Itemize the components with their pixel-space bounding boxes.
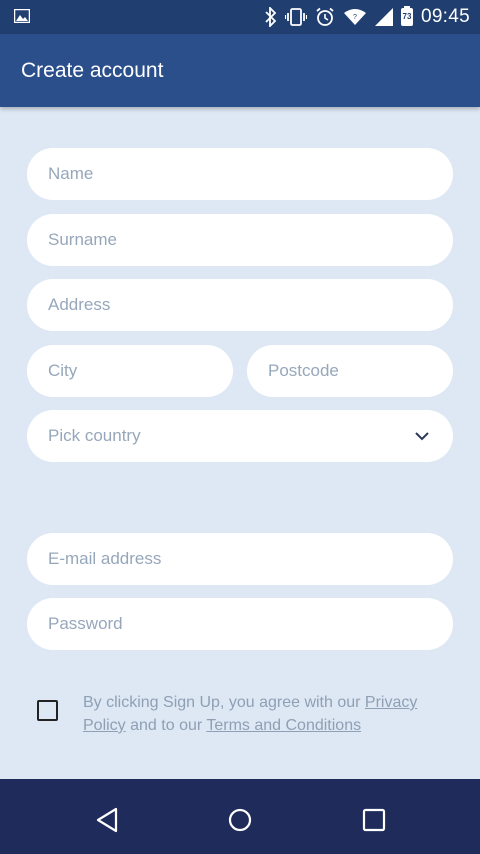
recents-icon[interactable] bbox=[362, 807, 386, 833]
chevron-down-icon bbox=[415, 432, 429, 441]
city-field[interactable] bbox=[27, 345, 233, 397]
battery-level: 73 bbox=[402, 12, 412, 21]
back-icon[interactable] bbox=[95, 807, 119, 833]
terms-checkbox[interactable] bbox=[37, 700, 58, 721]
image-icon bbox=[14, 9, 30, 23]
terms-conditions-link[interactable]: Terms and Conditions bbox=[206, 717, 361, 734]
terms-text: By clicking Sign Up, you agree with our … bbox=[83, 691, 443, 737]
svg-text:?: ? bbox=[353, 14, 357, 21]
status-icons: ? 73 09:45 bbox=[265, 0, 470, 34]
terms-text-middle: and to our bbox=[125, 717, 207, 734]
terms-text-before: By clicking Sign Up, you agree with our bbox=[83, 694, 365, 711]
signal-icon bbox=[374, 8, 393, 26]
name-input[interactable] bbox=[48, 148, 453, 200]
vibrate-icon bbox=[284, 8, 307, 26]
battery-icon: 73 bbox=[400, 6, 413, 26]
status-bar: ? 73 09:45 bbox=[0, 0, 480, 34]
clock: 09:45 bbox=[420, 6, 470, 27]
bluetooth-icon bbox=[265, 7, 277, 27]
surname-field[interactable] bbox=[27, 214, 453, 266]
app-bar: Create account bbox=[0, 34, 480, 107]
wifi-icon: ? bbox=[343, 9, 366, 25]
address-input[interactable] bbox=[48, 279, 453, 331]
address-field[interactable] bbox=[27, 279, 453, 331]
country-select[interactable]: Pick country bbox=[27, 410, 453, 462]
postcode-input[interactable] bbox=[268, 345, 453, 397]
name-field[interactable] bbox=[27, 148, 453, 200]
password-input[interactable] bbox=[48, 598, 453, 650]
country-select-label: Pick country bbox=[48, 426, 141, 445]
system-nav-bar bbox=[0, 779, 480, 854]
postcode-field[interactable] bbox=[247, 345, 453, 397]
home-icon[interactable] bbox=[228, 807, 252, 833]
email-input[interactable] bbox=[48, 533, 453, 585]
alarm-icon bbox=[316, 7, 334, 26]
city-input[interactable] bbox=[48, 345, 233, 397]
password-field[interactable] bbox=[27, 598, 453, 650]
email-field[interactable] bbox=[27, 533, 453, 585]
page-title: Create account bbox=[21, 59, 164, 82]
surname-input[interactable] bbox=[48, 214, 453, 266]
